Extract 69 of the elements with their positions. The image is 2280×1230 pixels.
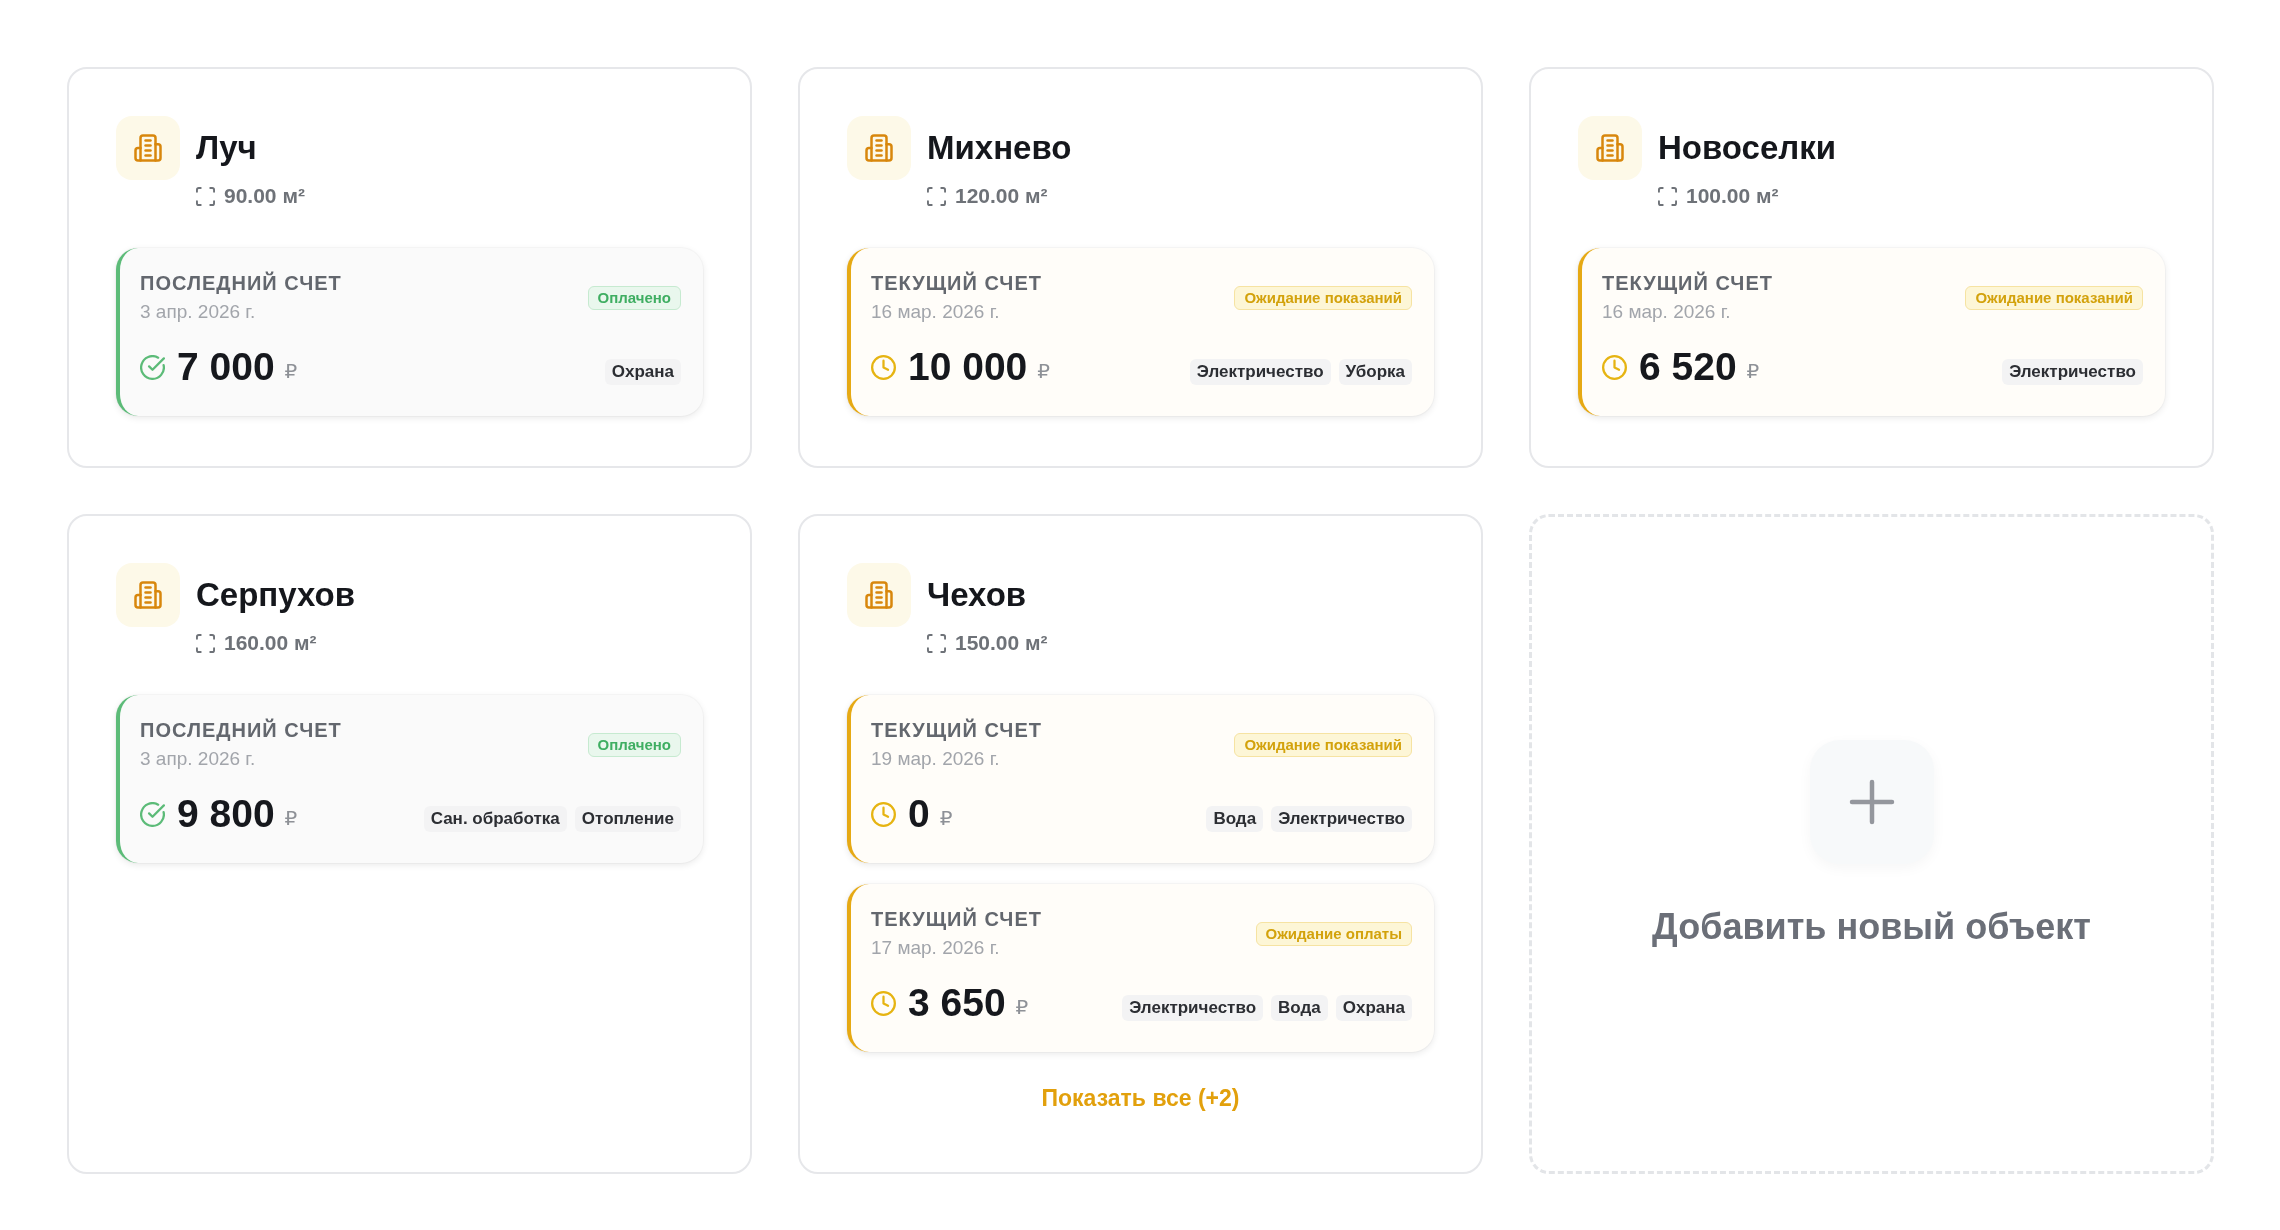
- clock-icon: [871, 354, 896, 380]
- area-value: 150.00 м²: [955, 630, 1048, 656]
- bill-amount: 3 650: [908, 981, 1006, 1025]
- bill-label: ТЕКУЩИЙ СЧЕТ: [871, 718, 1042, 742]
- status-badge: Ожидание показаний: [1965, 286, 2143, 310]
- bill-date: 3 апр. 2026 г.: [140, 747, 257, 771]
- clock-icon: [871, 990, 896, 1016]
- bill-label: ТЕКУЩИЙ СЧЕТ: [871, 271, 1042, 295]
- bill-label: ТЕКУЩИЙ СЧЕТ: [1602, 271, 1773, 295]
- bill-amount: 9 800: [177, 792, 275, 836]
- bill-date: 3 апр. 2026 г.: [140, 300, 257, 324]
- building-icon: [1578, 116, 1642, 180]
- service-tag: Электричество: [1122, 995, 1264, 1021]
- property-name: Чехов: [927, 575, 1028, 615]
- frame-corners-icon: [927, 186, 946, 206]
- currency-sign: ₽: [1746, 359, 1760, 383]
- status-badge: Ожидание оплаты: [1255, 922, 1412, 946]
- service-tag: Сан. обработка: [423, 806, 567, 832]
- bill-amount: 0: [908, 792, 930, 836]
- property-name: Серпухов: [196, 575, 355, 615]
- service-tag: Охрана: [1335, 995, 1412, 1021]
- service-tag: Отопление: [574, 806, 681, 832]
- bill-date: 16 мар. 2026 г.: [871, 300, 1001, 324]
- add-object-button[interactable]: Добавить новый объект: [1529, 514, 2214, 1174]
- property-name: Новоселки: [1658, 128, 1837, 168]
- area-value: 160.00 м²: [224, 630, 317, 656]
- property-name: Луч: [196, 128, 258, 168]
- service-tag: Вода: [1271, 995, 1328, 1021]
- frame-corners-icon: [1658, 186, 1677, 206]
- service-tag: Электричество: [2002, 359, 2143, 385]
- plus-icon: [1809, 740, 1934, 864]
- area-value: 100.00 м²: [1686, 183, 1779, 209]
- bill-amount: 10 000: [908, 345, 1028, 389]
- status-badge: Оплачено: [587, 733, 681, 757]
- currency-sign: ₽: [1015, 995, 1029, 1019]
- service-tag: Электричество: [1189, 359, 1331, 385]
- currency-sign: ₽: [939, 806, 953, 830]
- bill-date: 17 мар. 2026 г.: [871, 936, 1001, 960]
- bill-amount: 6 520: [1639, 345, 1737, 389]
- property-name: Михнево: [927, 128, 1072, 168]
- bill-date: 19 мар. 2026 г.: [871, 747, 1001, 771]
- clock-icon: [871, 801, 896, 827]
- building-icon: [116, 116, 180, 180]
- bill-label: ПОСЛЕДНИЙ СЧЕТ: [140, 718, 342, 742]
- bill-amount: 7 000: [177, 345, 275, 389]
- bill-label: ТЕКУЩИЙ СЧЕТ: [871, 907, 1042, 931]
- service-tag: Уборка: [1338, 359, 1412, 385]
- bill-label: ПОСЛЕДНИЙ СЧЕТ: [140, 271, 342, 295]
- frame-corners-icon: [196, 633, 215, 653]
- currency-sign: ₽: [1037, 359, 1051, 383]
- clock-icon: [1602, 354, 1627, 380]
- status-badge: Ожидание показаний: [1234, 733, 1412, 757]
- check-circle-icon: [140, 801, 165, 827]
- building-icon: [116, 563, 180, 627]
- currency-sign: ₽: [284, 359, 298, 383]
- bill-date: 16 мар. 2026 г.: [1602, 300, 1732, 324]
- building-icon: [847, 563, 911, 627]
- status-badge: Оплачено: [587, 286, 681, 310]
- status-badge: Ожидание показаний: [1234, 286, 1412, 310]
- service-tag: Электричество: [1271, 806, 1412, 832]
- frame-corners-icon: [196, 186, 215, 206]
- area-value: 90.00 м²: [224, 183, 305, 209]
- area-value: 120.00 м²: [955, 183, 1048, 209]
- service-tag: Охрана: [604, 359, 681, 385]
- service-tag: Вода: [1206, 806, 1264, 832]
- building-icon: [847, 116, 911, 180]
- currency-sign: ₽: [284, 806, 298, 830]
- check-circle-icon: [140, 354, 165, 380]
- frame-corners-icon: [927, 633, 946, 653]
